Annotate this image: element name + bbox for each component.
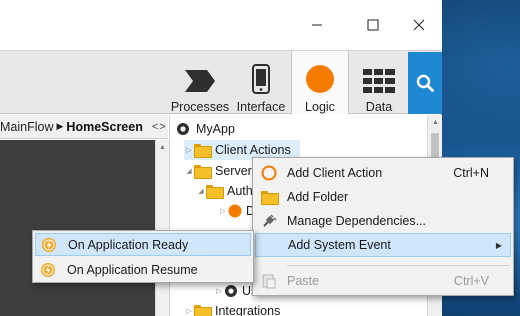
menu-item-manage-dependencies[interactable]: Manage Dependencies... xyxy=(255,209,511,233)
breadcrumb: MainFlow ▶ HomeScreen <> xyxy=(0,115,168,139)
submenu-item-label: On Application Resume xyxy=(67,262,198,277)
expand-arrow-icon[interactable]: ▷ xyxy=(184,146,194,154)
tab-interface[interactable]: Interface xyxy=(234,51,288,114)
search-button[interactable] xyxy=(408,52,442,114)
expand-arrow-icon[interactable]: ▷ xyxy=(184,307,194,315)
breadcrumb-nav-button[interactable]: <> xyxy=(152,121,167,133)
tab-data[interactable]: Data xyxy=(351,51,407,114)
folder-open-icon xyxy=(206,185,224,199)
data-icon xyxy=(362,59,396,94)
menu-item-shortcut: Ctrl+N xyxy=(453,166,489,180)
logic-icon xyxy=(305,59,335,94)
tree-item-auth[interactable]: ◢ Auth xyxy=(196,181,253,201)
folder-icon xyxy=(194,144,212,158)
menu-item-add-system-event[interactable]: Add System Event ▶ xyxy=(255,233,511,257)
menu-item-label: Add System Event xyxy=(288,238,391,252)
collapse-arrow-icon[interactable]: ◢ xyxy=(184,167,194,175)
title-bar xyxy=(0,0,442,50)
menu-item-label: Paste xyxy=(287,274,319,288)
processes-icon xyxy=(183,59,217,94)
context-menu: Add Client Action Ctrl+N Add Folder Mana… xyxy=(252,157,514,296)
minimize-icon xyxy=(312,24,322,26)
expand-arrow-icon[interactable]: ▷ xyxy=(218,207,228,215)
tree-item-label: MyApp xyxy=(196,122,235,136)
search-icon xyxy=(416,74,434,92)
breadcrumb-flow[interactable]: MainFlow xyxy=(0,120,54,134)
close-icon xyxy=(413,19,425,31)
tab-logic-label: Logic xyxy=(305,100,335,114)
event-icon xyxy=(35,262,61,278)
submenu-item-label: On Application Ready xyxy=(68,237,189,252)
screen-canvas[interactable] xyxy=(0,140,155,316)
main-toolbar: Processes Interface Logic Data xyxy=(0,50,442,114)
minimize-button[interactable] xyxy=(294,0,340,50)
menu-item-label: Manage Dependencies... xyxy=(287,214,426,228)
folder-icon xyxy=(255,191,283,205)
system-event-submenu: On Application Ready On Application Resu… xyxy=(32,230,254,283)
collapse-arrow-icon[interactable]: ◢ xyxy=(196,187,206,195)
menu-item-add-folder[interactable]: Add Folder xyxy=(255,185,511,209)
breadcrumb-separator: ▶ xyxy=(56,121,64,131)
tab-processes[interactable]: Processes xyxy=(170,51,230,114)
tab-data-label: Data xyxy=(365,100,393,114)
event-icon xyxy=(36,237,62,253)
folder-open-icon xyxy=(194,165,212,179)
expand-arrow-icon[interactable]: ▷ xyxy=(214,287,224,295)
plug-icon xyxy=(255,213,283,229)
tab-interface-label: Interface xyxy=(236,100,286,114)
menu-item-paste[interactable]: Paste Ctrl+V xyxy=(255,269,511,293)
scroll-up-icon[interactable]: ▲ xyxy=(432,119,439,126)
app-root-icon xyxy=(177,123,189,135)
action-icon xyxy=(228,204,242,218)
tab-logic[interactable]: Logic xyxy=(291,51,349,114)
maximize-button[interactable] xyxy=(350,0,396,50)
menu-item-label: Add Folder xyxy=(287,190,349,204)
menu-item-add-client-action[interactable]: Add Client Action Ctrl+N xyxy=(255,161,511,185)
tab-processes-label: Processes xyxy=(170,100,230,114)
tree-item-root[interactable]: MyApp xyxy=(176,119,235,139)
client-action-icon xyxy=(255,165,283,181)
canvas-scrollbar[interactable]: ▲ xyxy=(155,140,169,316)
tree-item-label: Client Actions xyxy=(215,143,291,157)
tree-item-label: Integrations xyxy=(215,304,281,316)
menu-separator xyxy=(287,265,509,266)
module-icon xyxy=(225,285,237,297)
maximize-icon xyxy=(367,19,379,31)
tree-item-d[interactable]: ▷ D xyxy=(218,201,255,221)
submenu-arrow-icon: ▶ xyxy=(495,240,502,250)
tree-item-integrations[interactable]: ▷ Integrations xyxy=(184,301,280,316)
folder-icon xyxy=(194,305,212,316)
interface-icon xyxy=(251,59,271,94)
menu-item-shortcut: Ctrl+V xyxy=(453,274,489,288)
close-button[interactable] xyxy=(396,0,442,50)
submenu-item-on-application-resume[interactable]: On Application Resume xyxy=(35,258,251,281)
scroll-up-icon[interactable]: ▲ xyxy=(159,144,166,151)
submenu-item-on-application-ready[interactable]: On Application Ready xyxy=(35,233,251,256)
tree-item-label: Auth xyxy=(227,184,253,198)
menu-item-label: Add Client Action xyxy=(287,166,383,180)
paste-icon xyxy=(255,273,283,289)
breadcrumb-screen[interactable]: HomeScreen xyxy=(66,120,142,134)
